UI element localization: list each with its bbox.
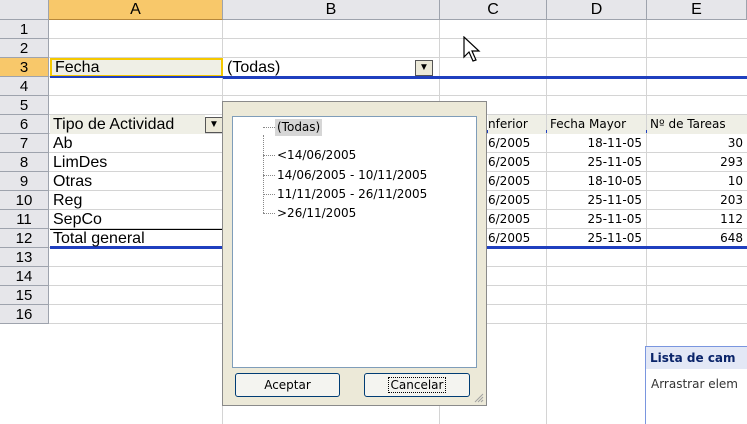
row-header-11[interactable]: 11 (0, 210, 49, 229)
ok-button[interactable]: Aceptar (235, 373, 340, 397)
table-row-label: Otras (53, 173, 93, 190)
table-cell: 293 (720, 155, 743, 169)
page-field-dropdown-button[interactable]: ▼ (415, 60, 433, 76)
table-row-label: Reg (53, 192, 83, 209)
table-cell: 6/2005 (488, 155, 531, 169)
tree-connector (263, 194, 275, 195)
filter-item[interactable]: >26/11/2005 (277, 205, 356, 222)
row-header-1[interactable]: 1 (0, 20, 49, 39)
row-header-16[interactable]: 16 (0, 305, 49, 324)
field-list-title: Lista de cam (646, 347, 747, 369)
cancel-button-label: Cancelar (387, 377, 447, 393)
table-cell: 25-11-05 (587, 193, 642, 207)
table-cell: 30 (727, 136, 743, 150)
select-all-corner[interactable] (0, 0, 49, 20)
filter-item-all[interactable]: (Todas) (275, 119, 323, 136)
pivot-border (50, 76, 223, 78)
tree-connector (263, 213, 275, 214)
table-row-label: Ab (53, 135, 73, 152)
table-cell: 6/2005 (488, 193, 531, 207)
triangle-down-icon: ▼ (209, 119, 219, 130)
row-field-label[interactable]: Tipo de Actividad (50, 115, 205, 134)
cancel-button[interactable]: Cancelar (364, 373, 470, 397)
filter-tree-list[interactable]: (Todas) <14/06/2005 14/06/2005 - 10/11/2… (232, 116, 477, 368)
row-header-12[interactable]: 12 (0, 229, 49, 248)
row-header-15[interactable]: 15 (0, 286, 49, 305)
table-cell: 25-11-05 (587, 231, 642, 245)
table-cell: 112 (720, 212, 743, 226)
row-header-14[interactable]: 14 (0, 267, 49, 286)
column-header-e[interactable]: E (647, 0, 747, 20)
page-field-label[interactable]: Fecha (50, 58, 223, 77)
row-header-5[interactable]: 5 (0, 96, 49, 115)
tree-connector (263, 155, 275, 156)
pivot-border (223, 76, 747, 79)
tree-connector (263, 135, 264, 213)
column-header-c[interactable]: C (440, 0, 547, 20)
page-field-value[interactable]: (Todas) (225, 58, 415, 77)
table-row-label: SepCo (53, 211, 102, 228)
table-cell: 6/2005 (488, 136, 531, 150)
table-cell: 6/2005 (488, 231, 531, 245)
header-num-tareas: Nº de Tareas (647, 115, 747, 134)
row-field-dropdown-button[interactable]: ▼ (205, 117, 223, 133)
field-list-description: Arrastrar elem (651, 377, 738, 391)
table-cell: 203 (720, 193, 743, 207)
resize-grip-icon[interactable] (474, 393, 484, 403)
tree-connector (263, 175, 275, 176)
filter-item[interactable]: 14/06/2005 - 10/11/2005 (277, 167, 427, 184)
table-cell: 6/2005 (488, 174, 531, 188)
table-cell: 25-11-05 (587, 155, 642, 169)
row-header-7[interactable]: 7 (0, 134, 49, 153)
spreadsheet: A B C D E 1 2 3 4 5 6 7 8 9 10 11 12 13 … (0, 0, 747, 424)
row-header-2[interactable]: 2 (0, 39, 49, 58)
column-header-a[interactable]: A (49, 0, 223, 20)
header-fecha-mayor: Fecha Mayor (547, 115, 646, 134)
row-header-13[interactable]: 13 (0, 248, 49, 267)
table-cell: 10 (727, 174, 743, 188)
table-cell: 6/2005 (488, 212, 531, 226)
gridline (49, 38, 747, 39)
gridline (49, 95, 747, 96)
row-header-10[interactable]: 10 (0, 191, 49, 210)
row-header-8[interactable]: 8 (0, 153, 49, 172)
filter-item[interactable]: <14/06/2005 (277, 147, 356, 164)
table-cell: 18-10-05 (587, 174, 642, 188)
row-header-6[interactable]: 6 (0, 115, 49, 134)
column-header-d[interactable]: D (547, 0, 647, 20)
table-cell: 25-11-05 (587, 212, 642, 226)
header-fecha-inferior: nferior (488, 115, 546, 134)
row-header-4[interactable]: 4 (0, 77, 49, 96)
table-row-total-label: Total general (50, 229, 222, 247)
page-field-dropdown-panel: (Todas) <14/06/2005 14/06/2005 - 10/11/2… (222, 101, 487, 406)
table-cell: 18-11-05 (587, 136, 642, 150)
row-header-9[interactable]: 9 (0, 172, 49, 191)
column-header-b[interactable]: B (223, 0, 440, 20)
table-cell: 648 (720, 231, 743, 245)
row-header-3[interactable]: 3 (0, 58, 49, 77)
pivot-field-list-panel: Lista de cam Arrastrar elem (645, 346, 747, 424)
mouse-pointer-icon (463, 36, 481, 62)
table-row-label: LimDes (53, 154, 108, 171)
tree-connector (263, 127, 275, 128)
filter-item[interactable]: 11/11/2005 - 26/11/2005 (277, 186, 427, 203)
triangle-down-icon: ▼ (419, 62, 429, 73)
